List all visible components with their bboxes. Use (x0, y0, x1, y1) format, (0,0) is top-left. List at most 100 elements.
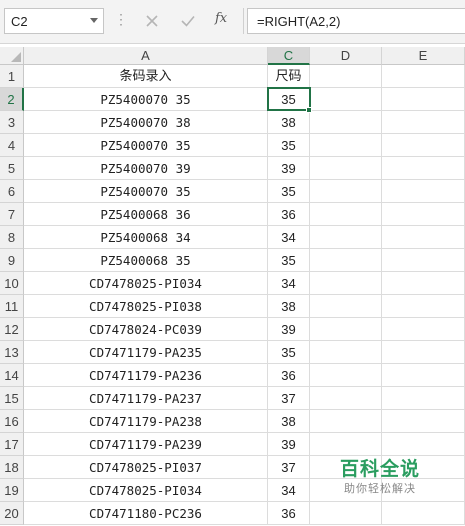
row-header[interactable]: 15 (0, 387, 24, 410)
cell-size[interactable]: 38 (268, 295, 310, 318)
row-header[interactable]: 13 (0, 341, 24, 364)
cell-size[interactable]: 35 (268, 180, 310, 203)
cell-barcode[interactable]: PZ5400070 35 (24, 88, 268, 111)
cell-size[interactable]: 37 (268, 456, 310, 479)
cell-empty[interactable] (310, 88, 382, 111)
cell-barcode[interactable]: CD7478025-PI034 (24, 272, 268, 295)
cell-empty[interactable] (382, 272, 465, 295)
cell-barcode[interactable]: PZ5400068 35 (24, 249, 268, 272)
cell-barcode[interactable]: CD7471180-PC236 (24, 502, 268, 525)
row-header[interactable]: 6 (0, 180, 24, 203)
row-header[interactable]: 12 (0, 318, 24, 341)
row-header[interactable]: 7 (0, 203, 24, 226)
check-icon[interactable] (179, 12, 197, 30)
column-header-c[interactable]: C (268, 47, 310, 65)
cell-empty[interactable] (310, 65, 382, 88)
cell-barcode[interactable]: CD7471179-PA237 (24, 387, 268, 410)
cell-barcode[interactable]: PZ5400068 34 (24, 226, 268, 249)
row-header[interactable]: 5 (0, 157, 24, 180)
cell-size[interactable]: 34 (268, 479, 310, 502)
cell-empty[interactable] (382, 88, 465, 111)
cell-empty[interactable] (310, 502, 382, 525)
cell-empty[interactable] (310, 157, 382, 180)
cell-size[interactable]: 35 (268, 341, 310, 364)
header-cell-size[interactable]: 尺码 (268, 65, 310, 88)
cell-size[interactable]: 36 (268, 203, 310, 226)
cell-barcode[interactable]: CD7478025-PI034 (24, 479, 268, 502)
cell-empty[interactable] (382, 318, 465, 341)
fill-handle[interactable] (306, 107, 312, 113)
cell-barcode[interactable]: CD7471179-PA238 (24, 410, 268, 433)
cell-barcode[interactable]: CD7471179-PA236 (24, 364, 268, 387)
row-header[interactable]: 17 (0, 433, 24, 456)
cell-barcode[interactable]: PZ5400070 35 (24, 180, 268, 203)
row-header[interactable]: 20 (0, 502, 24, 525)
row-header[interactable]: 18 (0, 456, 24, 479)
row-header[interactable]: 10 (0, 272, 24, 295)
cell-barcode[interactable]: CD7478024-PC039 (24, 318, 268, 341)
cell-barcode[interactable]: CD7471179-PA239 (24, 433, 268, 456)
cell-empty[interactable] (382, 65, 465, 88)
cell-barcode[interactable]: PZ5400068 36 (24, 203, 268, 226)
select-all-corner[interactable] (0, 47, 24, 65)
row-header[interactable]: 11 (0, 295, 24, 318)
cell-empty[interactable] (382, 180, 465, 203)
cell-empty[interactable] (310, 111, 382, 134)
cell-size[interactable]: 37 (268, 387, 310, 410)
cell-size[interactable]: 39 (268, 318, 310, 341)
cell-empty[interactable] (310, 318, 382, 341)
cell-empty[interactable] (310, 272, 382, 295)
cell-size[interactable]: 34 (268, 272, 310, 295)
row-header[interactable]: 9 (0, 249, 24, 272)
row-header[interactable]: 19 (0, 479, 24, 502)
row-header[interactable]: 3 (0, 111, 24, 134)
cell-barcode[interactable]: CD7478025-PI037 (24, 456, 268, 479)
cell-empty[interactable] (310, 226, 382, 249)
insert-function-icon[interactable]: fx (215, 11, 233, 29)
cell-size[interactable]: 35 (268, 134, 310, 157)
cell-empty[interactable] (310, 341, 382, 364)
cell-size[interactable]: 39 (268, 157, 310, 180)
row-header[interactable]: 16 (0, 410, 24, 433)
name-box[interactable]: C2 (4, 8, 104, 34)
cell-empty[interactable] (382, 249, 465, 272)
row-header[interactable]: 14 (0, 364, 24, 387)
chevron-down-icon[interactable] (90, 18, 98, 23)
cell-empty[interactable] (310, 387, 382, 410)
cell-empty[interactable] (382, 410, 465, 433)
cell-empty[interactable] (382, 387, 465, 410)
column-header-a[interactable]: A (24, 47, 268, 65)
row-header[interactable]: 8 (0, 226, 24, 249)
cell-empty[interactable] (382, 226, 465, 249)
cell-empty[interactable] (382, 502, 465, 525)
cell-barcode[interactable]: CD7471179-PA235 (24, 341, 268, 364)
row-header[interactable]: 2 (0, 88, 24, 111)
cell-empty[interactable] (310, 134, 382, 157)
cell-barcode[interactable]: PZ5400070 39 (24, 157, 268, 180)
cell-empty[interactable] (382, 341, 465, 364)
cell-empty[interactable] (382, 364, 465, 387)
cell-empty[interactable] (310, 295, 382, 318)
cell-empty[interactable] (382, 111, 465, 134)
column-header-d[interactable]: D (310, 47, 382, 65)
cancel-icon[interactable] (143, 12, 161, 30)
cell-empty[interactable] (382, 295, 465, 318)
cell-size[interactable]: 36 (268, 364, 310, 387)
row-header[interactable]: 4 (0, 134, 24, 157)
cell-size[interactable]: 35 (268, 88, 310, 111)
cell-barcode[interactable]: PZ5400070 35 (24, 134, 268, 157)
cell-barcode[interactable]: PZ5400070 38 (24, 111, 268, 134)
formula-input[interactable]: =RIGHT(A2,2) (247, 8, 465, 34)
cell-size[interactable]: 38 (268, 111, 310, 134)
cell-empty[interactable] (310, 180, 382, 203)
cell-size[interactable]: 35 (268, 249, 310, 272)
cell-barcode[interactable]: CD7478025-PI038 (24, 295, 268, 318)
cell-size[interactable]: 34 (268, 226, 310, 249)
cell-empty[interactable] (382, 203, 465, 226)
header-cell-barcode[interactable]: 条码录入 (24, 65, 268, 88)
cell-empty[interactable] (310, 410, 382, 433)
cell-empty[interactable] (382, 134, 465, 157)
cell-empty[interactable] (310, 249, 382, 272)
cell-empty[interactable] (310, 364, 382, 387)
more-options-icon[interactable]: ⋮ (114, 12, 128, 26)
